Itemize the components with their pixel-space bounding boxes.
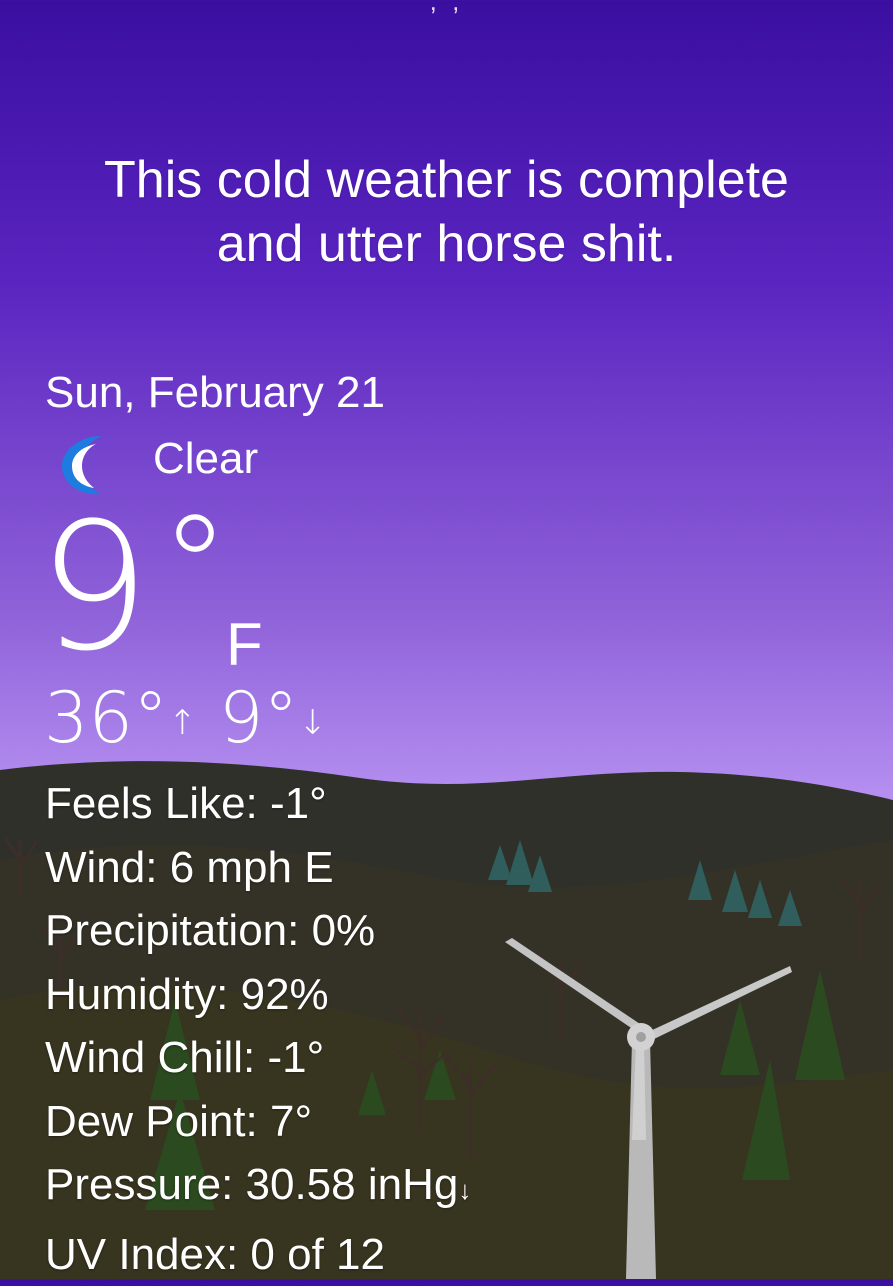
wind-chill: Wind Chill: -1° <box>45 1026 471 1090</box>
pressure-value: Pressure: 30.58 inHg <box>45 1160 458 1209</box>
headline-line-2: and utter horse shit. <box>40 212 853 276</box>
current-temperature: 9 <box>38 500 146 676</box>
wind: Wind: 6 mph E <box>45 836 471 900</box>
down-arrow-icon: ↓ <box>298 703 327 743</box>
degree-symbol: ° <box>160 498 230 638</box>
headline-line-1: This cold weather is complete <box>40 148 853 212</box>
pressure: Pressure: 30.58 inHg↓ <box>45 1153 471 1223</box>
condition-label: Clear <box>153 434 258 484</box>
feels-like: Feels Like: -1° <box>45 772 471 836</box>
headline-message: This cold weather is complete and utter … <box>40 148 853 276</box>
precipitation: Precipitation: 0% <box>45 899 471 963</box>
pressure-trend-icon: ↓ <box>458 1175 471 1205</box>
top-partial-text: , , <box>0 0 893 17</box>
uv-index: UV Index: 0 of 12 <box>45 1223 471 1286</box>
low-temp: 9° <box>219 677 299 759</box>
humidity: Humidity: 92% <box>45 963 471 1027</box>
temperature-unit: F <box>226 610 263 679</box>
high-temp: 36° <box>44 677 168 759</box>
high-low-temps: 36°↑ 9°↓ <box>44 680 327 761</box>
weather-details: Feels Like: -1° Wind: 6 mph E Precipitat… <box>45 772 471 1286</box>
current-date: Sun, February 21 <box>45 368 385 418</box>
dew-point: Dew Point: 7° <box>45 1090 471 1154</box>
up-arrow-icon: ↑ <box>168 703 197 743</box>
